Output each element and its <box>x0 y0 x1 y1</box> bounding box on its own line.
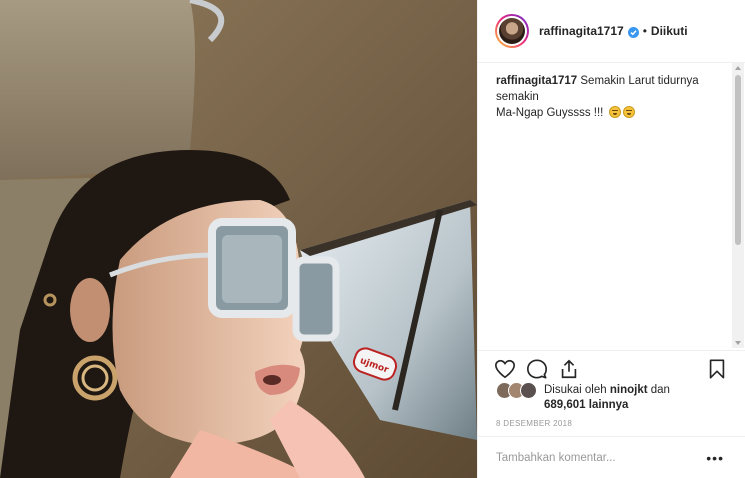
post-sidebar: raffinagita1717 • Diikuti raffinagita171… <box>477 0 745 478</box>
liked-by-suffix: dan <box>650 384 670 396</box>
liked-by-text: Disukai oleh ninojkt dan <box>544 383 734 398</box>
share-icon[interactable] <box>558 358 580 380</box>
likes-count-link[interactable]: 689,601 lainnya <box>544 398 628 413</box>
heart-icon[interactable] <box>494 358 516 380</box>
scroll-up-arrow-icon[interactable] <box>735 66 741 70</box>
post-photo[interactable]: ujmor <box>0 0 477 478</box>
profile-avatar[interactable] <box>495 14 529 48</box>
header-separator: • <box>642 24 647 38</box>
comment-icon[interactable] <box>526 358 548 380</box>
add-comment-box: Tambahkan komentar... ••• <box>478 436 745 478</box>
post-caption: raffinagita1717 Semakin Larut tidurnya s… <box>496 73 721 121</box>
verified-badge-icon <box>627 26 639 38</box>
laughing-emoji-icon <box>622 106 635 118</box>
post-date[interactable]: 8 DESEMBER 2018 <box>496 419 572 428</box>
likes-count-suffix: lainnya <box>588 399 629 411</box>
header-username[interactable]: raffinagita1717 <box>539 24 624 38</box>
avatar-image <box>499 18 525 44</box>
caption-username[interactable]: raffinagita1717 <box>496 75 577 87</box>
photo-illustration: ujmor <box>0 0 477 478</box>
more-options-icon[interactable]: ••• <box>706 451 724 465</box>
scroll-down-arrow-icon[interactable] <box>735 341 741 345</box>
liker-avatar <box>520 382 537 399</box>
caption-text-line2: Ma-Ngap Guyssss !!! <box>496 107 604 119</box>
liker-avatars[interactable] <box>496 382 540 400</box>
comments-area: raffinagita1717 Semakin Larut tidurnya s… <box>478 63 745 348</box>
avatar-frame <box>497 16 527 46</box>
comment-input[interactable]: Tambahkan komentar... <box>496 452 616 464</box>
likes-summary: Disukai oleh ninojkt dan 689,601 lainnya <box>496 382 736 414</box>
post-header: raffinagita1717 • Diikuti <box>478 0 745 63</box>
bookmark-icon[interactable] <box>706 358 728 380</box>
laughing-emoji-icon <box>608 106 621 118</box>
liked-by-prefix: Disukai oleh <box>544 384 607 396</box>
likes-count: 689,601 <box>544 399 586 411</box>
scroll-thumb[interactable] <box>735 75 741 245</box>
liked-by-user[interactable]: ninojkt <box>610 384 648 396</box>
comments-scrollbar[interactable] <box>732 63 744 348</box>
post-actions <box>478 350 745 380</box>
follow-status-button[interactable]: Diikuti <box>651 24 688 38</box>
